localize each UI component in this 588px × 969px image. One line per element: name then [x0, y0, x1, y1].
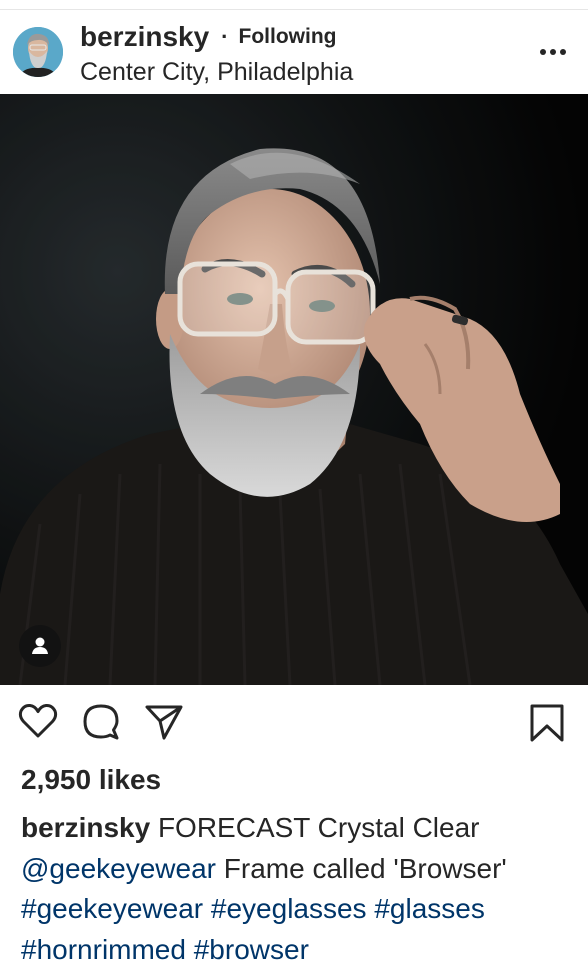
- post-header: berzinsky · Following Center City, Phila…: [0, 10, 588, 94]
- following-button[interactable]: Following: [239, 25, 337, 49]
- more-horizontal-icon[interactable]: [536, 40, 570, 64]
- post-username[interactable]: berzinsky: [80, 21, 209, 53]
- post-location[interactable]: Center City, Philadelphia: [80, 58, 353, 87]
- hashtag-link[interactable]: #glasses: [374, 893, 485, 924]
- post-caption: berzinsky FORECAST Crystal Clear @geekey…: [21, 808, 581, 969]
- comment-icon[interactable]: [82, 703, 120, 746]
- action-bar: [0, 685, 588, 761]
- avatar[interactable]: [13, 27, 63, 77]
- user-tag-icon[interactable]: [19, 625, 61, 667]
- heart-icon[interactable]: [18, 703, 58, 744]
- caption-mention-text: Frame called 'Browser': [223, 852, 507, 884]
- hashtag-link[interactable]: #hornrimmed: [21, 934, 186, 965]
- status-bar-edge: [0, 0, 588, 10]
- caption-mention[interactable]: @geekeyewear: [21, 853, 216, 884]
- hashtag-link[interactable]: #geekeyewear: [21, 893, 203, 924]
- likes-count[interactable]: 2,950 likes: [21, 764, 161, 796]
- paper-plane-icon[interactable]: [144, 703, 184, 746]
- hashtag-link[interactable]: #browser: [194, 934, 309, 965]
- caption-text: FORECAST Crystal Clear: [157, 812, 480, 843]
- bookmark-icon[interactable]: [529, 703, 565, 748]
- hashtag-link[interactable]: #eyeglasses: [211, 893, 367, 924]
- separator-dot: ·: [221, 24, 229, 49]
- caption-username[interactable]: berzinsky: [21, 812, 150, 843]
- post-photo[interactable]: [0, 94, 588, 685]
